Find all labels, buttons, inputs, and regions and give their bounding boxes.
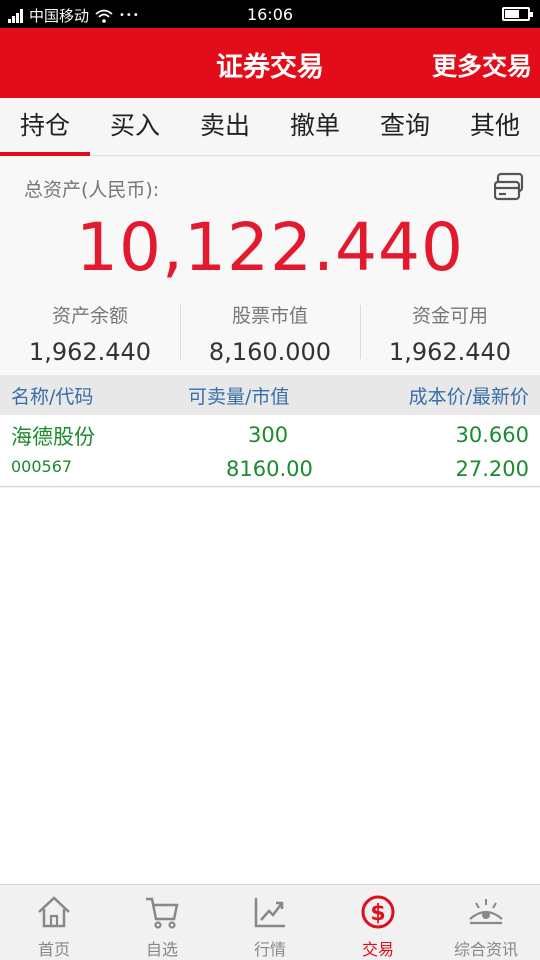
nav-trade[interactable]: $ 交易 [324, 885, 432, 960]
column-header-name: 名称/代码 [11, 386, 94, 408]
latest-price: 27.200 [455, 457, 529, 481]
bank-card-icon[interactable] [494, 171, 526, 203]
holdings-table-header: 名称/代码 可卖量/市值 成本价/最新价 [0, 375, 540, 415]
nav-label: 首页 [37, 940, 70, 959]
trade-tabs: 持仓 买入 卖出 撤单 查询 其他 [0, 98, 540, 156]
tab-other[interactable]: 其他 [450, 98, 540, 155]
stat-label: 股票市值 [231, 305, 308, 327]
bottom-nav: 首页 自选 行情 $ 交易 综合资讯 [0, 884, 540, 960]
nav-home[interactable]: 首页 [0, 885, 108, 960]
cart-icon [146, 897, 179, 929]
column-header-price: 成本价/最新价 [408, 386, 529, 408]
eye-icon [469, 899, 503, 925]
nav-label: 行情 [253, 940, 286, 959]
total-assets-value: 10,122.440 [76, 209, 464, 286]
stat-value: 8,160.000 [208, 338, 332, 366]
trend-icon [254, 898, 285, 928]
stat-value: 1,962.440 [28, 338, 152, 366]
tab-sell[interactable]: 卖出 [180, 98, 270, 155]
stat-value: 1,962.440 [388, 338, 512, 366]
nav-label: 自选 [145, 940, 178, 959]
nav-label: 交易 [361, 940, 394, 959]
status-bar: 中国移动 ••• 16:06 [0, 0, 540, 28]
stat-stock-value: 股票市值 8,160.000 [180, 297, 360, 366]
asset-stats: 资产余额 1,962.440 股票市值 8,160.000 资金可用 1,962… [0, 297, 540, 366]
home-icon [38, 896, 70, 928]
status-time: 16:06 [246, 5, 294, 24]
tab-query[interactable]: 查询 [360, 98, 450, 155]
table-row[interactable]: 海德股份 000567 300 8160.00 30.660 27.200 [0, 415, 540, 487]
battery-icon [502, 7, 533, 21]
tab-holdings[interactable]: 持仓 [0, 98, 90, 156]
asset-summary: 总资产(人民币): 10,122.440 资产余额 1,962.440 股票市值… [0, 157, 540, 375]
stat-available-funds: 资金可用 1,962.440 [360, 297, 540, 366]
market-value: 8160.00 [226, 457, 313, 481]
stock-name: 海德股份 [11, 425, 95, 449]
nav-label: 综合资讯 [453, 940, 518, 959]
stat-balance: 资产余额 1,962.440 [0, 297, 180, 366]
column-header-quantity: 可卖量/市值 [188, 386, 290, 408]
more-trades-button[interactable]: 更多交易 [432, 47, 532, 83]
stock-code: 000567 [11, 457, 73, 476]
tab-buy[interactable]: 买入 [90, 98, 180, 155]
tab-cancel[interactable]: 撤单 [270, 98, 360, 155]
dollar-icon: $ [361, 895, 395, 929]
sellable-quantity: 300 [248, 423, 289, 447]
nav-market[interactable]: 行情 [216, 885, 324, 960]
cost-price: 30.660 [455, 423, 529, 447]
nav-news[interactable]: 综合资讯 [432, 885, 540, 960]
stat-label: 资产余额 [51, 305, 128, 327]
total-assets-label: 总资产(人民币): [24, 179, 160, 201]
stat-label: 资金可用 [411, 305, 488, 327]
svg-text:$: $ [370, 901, 385, 926]
empty-list-area [0, 488, 540, 884]
nav-watchlist[interactable]: 自选 [108, 885, 216, 960]
app-header: 证券交易 更多交易 [0, 28, 540, 98]
